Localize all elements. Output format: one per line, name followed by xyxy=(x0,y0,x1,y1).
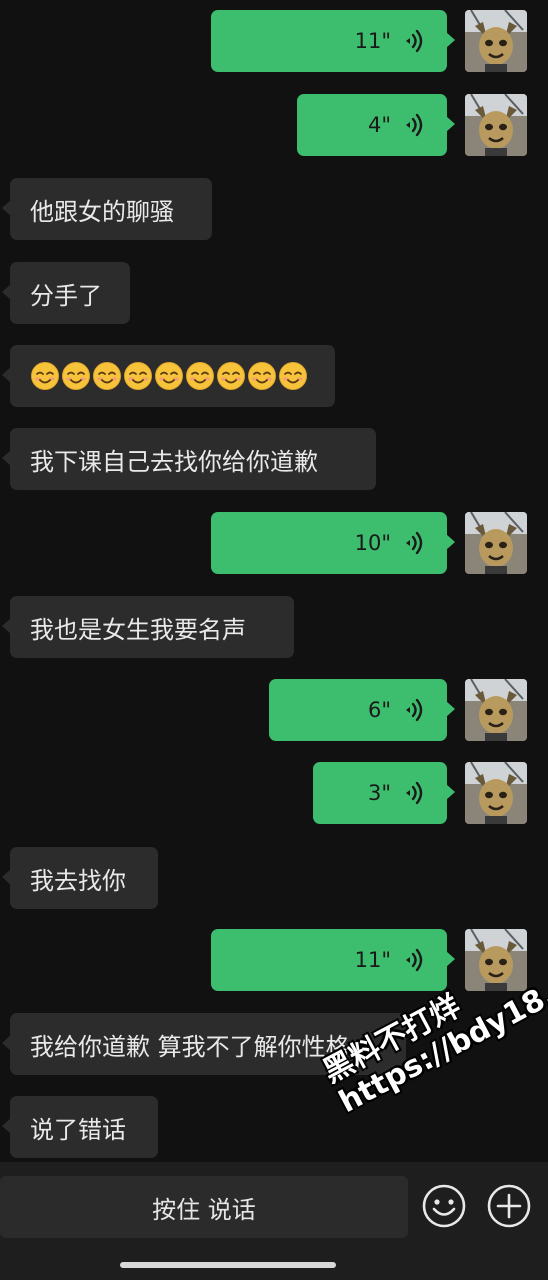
message-text: 他跟女的聊骚 xyxy=(30,197,174,226)
message-text: 我给你道歉 算我不了解你性格 xyxy=(30,1032,350,1061)
voice-duration: 4" xyxy=(367,113,391,137)
chat-area[interactable]: 11" 4" 他跟女的聊骚 分手了我下课自己去找你给你道歉 10" 我也是女生我要名声 6"… xyxy=(0,0,548,1162)
message-text: 我也是女生我要名声 xyxy=(30,615,246,644)
text-message-bubble[interactable]: 分手了 xyxy=(2,262,130,324)
voice-wave-icon xyxy=(403,948,423,972)
avatar[interactable] xyxy=(465,929,527,991)
voice-duration: 10" xyxy=(354,531,391,555)
text-message-bubble[interactable]: 我下课自己去找你给你道歉 xyxy=(2,428,376,490)
voice-duration: 3" xyxy=(367,781,391,805)
text-message-bubble[interactable]: 他跟女的聊骚 xyxy=(2,178,212,240)
voice-message-bubble[interactable]: 3" xyxy=(313,762,455,824)
voice-wave-icon xyxy=(403,113,423,137)
emoji-row xyxy=(30,361,308,391)
smiling-face-icon xyxy=(123,361,153,391)
avatar[interactable] xyxy=(465,512,527,574)
message-text: 说了错话 xyxy=(30,1115,126,1144)
voice-message-bubble[interactable]: 11" xyxy=(211,929,455,991)
voice-wave-icon xyxy=(403,781,423,805)
message-text: 我去找你 xyxy=(30,866,126,895)
avatar[interactable] xyxy=(465,679,527,741)
voice-message-bubble[interactable]: 11" xyxy=(211,10,455,72)
home-indicator[interactable] xyxy=(120,1262,336,1268)
hold-to-talk-button[interactable]: 按住 说话 xyxy=(0,1176,408,1238)
smiling-face-icon xyxy=(185,361,215,391)
smiling-face-icon xyxy=(30,361,60,391)
emoji-icon[interactable] xyxy=(421,1183,467,1229)
avatar[interactable] xyxy=(465,94,527,156)
message-text: 分手了 xyxy=(30,281,102,310)
smiling-face-icon xyxy=(154,361,184,391)
voice-message-bubble[interactable]: 10" xyxy=(211,512,455,574)
voice-message-bubble[interactable]: 6" xyxy=(269,679,455,741)
voice-wave-icon xyxy=(403,698,423,722)
avatar[interactable] xyxy=(465,762,527,824)
text-message-bubble[interactable]: 我也是女生我要名声 xyxy=(2,596,294,658)
voice-duration: 6" xyxy=(367,698,391,722)
text-message-bubble[interactable]: 我给你道歉 算我不了解你性格 xyxy=(2,1013,406,1075)
smiling-face-icon xyxy=(216,361,246,391)
text-message-bubble[interactable]: 说了错话 xyxy=(2,1096,158,1158)
voice-duration: 11" xyxy=(354,948,391,972)
voice-wave-icon xyxy=(403,531,423,555)
voice-duration: 11" xyxy=(354,29,391,53)
emoji-message-bubble[interactable] xyxy=(2,345,335,407)
smiling-face-icon xyxy=(61,361,91,391)
message-text: 我下课自己去找你给你道歉 xyxy=(30,447,318,476)
avatar[interactable] xyxy=(465,10,527,72)
text-message-bubble[interactable]: 我去找你 xyxy=(2,847,158,909)
smiling-face-icon xyxy=(278,361,308,391)
smiling-face-icon xyxy=(92,361,122,391)
voice-message-bubble[interactable]: 4" xyxy=(297,94,455,156)
voice-wave-icon xyxy=(403,29,423,53)
smiling-face-icon xyxy=(247,361,277,391)
plus-icon[interactable] xyxy=(486,1183,532,1229)
